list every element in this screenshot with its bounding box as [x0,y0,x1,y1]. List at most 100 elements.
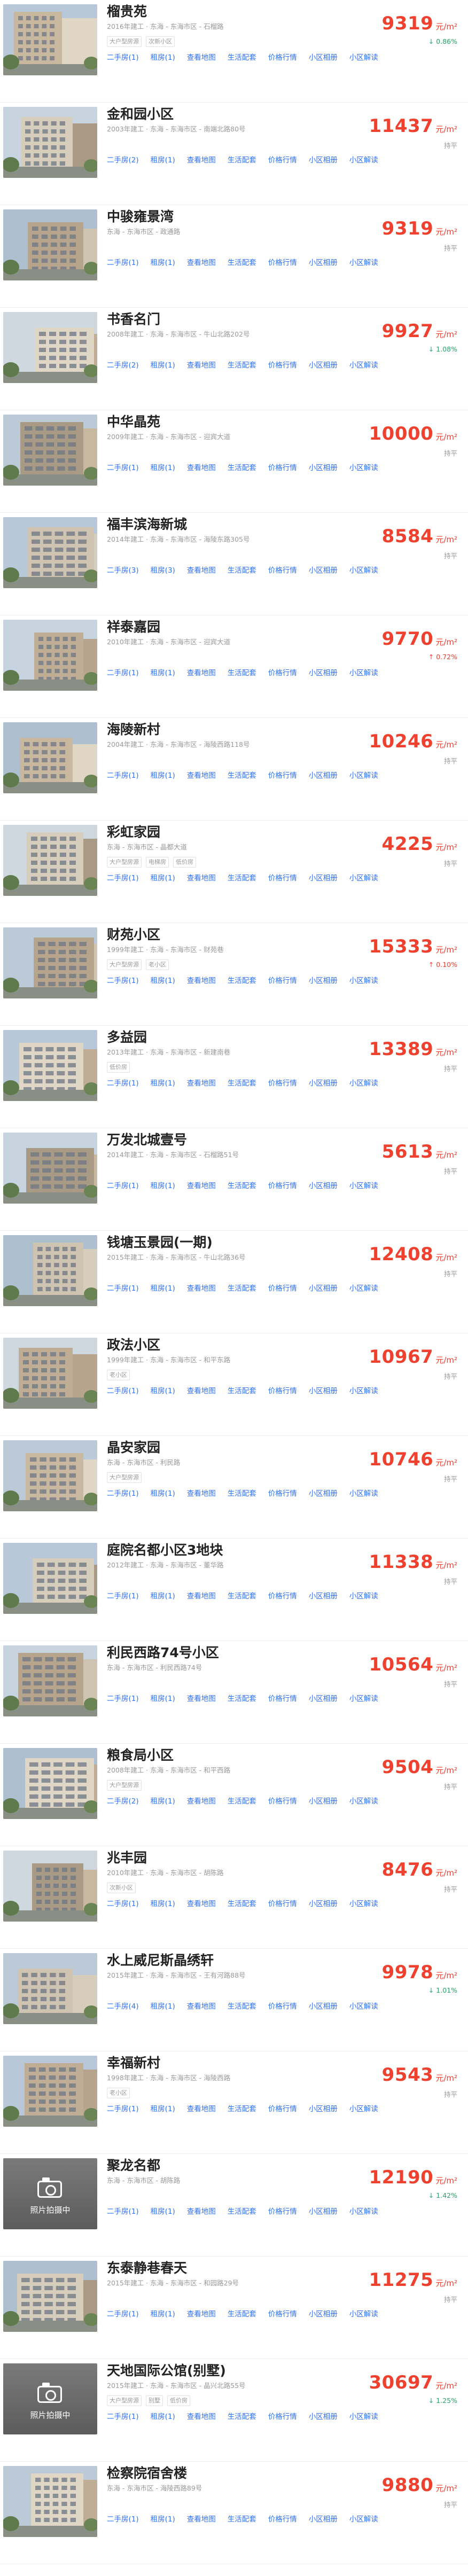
link-ershoufang[interactable]: 二手房(1) [107,1284,139,1293]
community-item[interactable]: 中华晶苑 2009年建工 · 东海 - 东海市区 - 迎宾大道 二手房(1) 租房… [0,410,468,513]
community-photo[interactable] [3,1338,97,1409]
link-amenities[interactable]: 生活配套 [228,1387,256,1395]
link-amenities[interactable]: 生活配套 [228,977,256,985]
community-name[interactable]: 晶安家园 [107,1439,363,1456]
link-price-trend[interactable]: 价格行情 [268,2207,297,2216]
link-price-trend[interactable]: 价格行情 [268,53,297,62]
community-item[interactable]: 海陵新村 2004年建工 · 东海 - 东海市区 - 海陵西路118号 二手房(… [0,718,468,821]
link-analysis[interactable]: 小区解读 [349,2413,378,2421]
link-amenities[interactable]: 生活配套 [228,874,256,883]
link-amenities[interactable]: 生活配套 [228,1695,256,1703]
link-analysis[interactable]: 小区解读 [349,1900,378,1908]
link-zufang[interactable]: 租房(1) [151,1284,175,1293]
community-name[interactable]: 财苑小区 [107,926,363,943]
community-item[interactable]: 检察院宿舍楼 东海 - 东海市区 - 海陵西路89号 二手房(1) 租房(1) 查看… [0,2462,468,2564]
link-album[interactable]: 小区相册 [309,874,338,883]
link-album[interactable]: 小区相册 [309,1489,338,1498]
link-price-trend[interactable]: 价格行情 [268,2002,297,2011]
link-map[interactable]: 查看地图 [187,2002,216,2011]
community-photo[interactable] [3,1748,97,1819]
link-album[interactable]: 小区相册 [309,1182,338,1190]
community-photo[interactable] [3,2261,97,2332]
community-name[interactable]: 万发北城壹号 [107,1131,363,1149]
link-amenities[interactable]: 生活配套 [228,1489,256,1498]
link-zufang[interactable]: 租房(1) [151,1900,175,1908]
link-analysis[interactable]: 小区解读 [349,2515,378,2524]
community-photo[interactable] [3,415,97,486]
link-map[interactable]: 查看地图 [187,1592,216,1601]
link-analysis[interactable]: 小区解读 [349,1079,378,1088]
community-photo[interactable] [3,1030,97,1101]
link-analysis[interactable]: 小区解读 [349,464,378,472]
community-item[interactable]: 政法小区 1999年建工 · 东海 - 东海市区 - 和平东路 老小区 二手房(… [0,1333,468,1436]
link-amenities[interactable]: 生活配套 [228,464,256,472]
community-name[interactable]: 粮食局小区 [107,1747,363,1764]
link-ershoufang[interactable]: 二手房(1) [107,1079,139,1088]
link-price-trend[interactable]: 价格行情 [268,2105,297,2113]
community-item[interactable]: 利民西路74号小区 东海 - 东海市区 - 利民西路74号 二手房(1) 租房(1… [0,1641,468,1744]
link-price-trend[interactable]: 价格行情 [268,2310,297,2319]
community-item[interactable]: 祥泰嘉园 2010年建工 · 东海 - 东海市区 - 迎宾大道 二手房(1) 租房… [0,615,468,718]
community-photo[interactable] [3,2056,97,2127]
community-name[interactable]: 幸福新村 [107,2055,363,2072]
community-name[interactable]: 彩虹家园 [107,824,363,841]
link-price-trend[interactable]: 价格行情 [268,1284,297,1293]
link-zufang[interactable]: 租房(1) [151,669,175,677]
link-album[interactable]: 小区相册 [309,53,338,62]
link-zufang[interactable]: 租房(1) [151,156,175,165]
link-price-trend[interactable]: 价格行情 [268,156,297,165]
link-amenities[interactable]: 生活配套 [228,566,256,575]
link-analysis[interactable]: 小区解读 [349,2207,378,2216]
link-ershoufang[interactable]: 二手房(2) [107,361,139,370]
community-name[interactable]: 检察院宿舍楼 [107,2465,363,2482]
link-map[interactable]: 查看地图 [187,1797,216,1806]
community-item[interactable]: 中骏雍景湾 东海 - 东海市区 - 政通路 二手房(1) 租房(1) 查看地图 生活配… [0,205,468,308]
link-price-trend[interactable]: 价格行情 [268,1592,297,1601]
community-item[interactable]: 幸福新村 1998年建工 · 东海 - 东海市区 - 海陵西路 老小区 二手房(… [0,2051,468,2154]
link-map[interactable]: 查看地图 [187,977,216,985]
link-zufang[interactable]: 租房(1) [151,464,175,472]
link-map[interactable]: 查看地图 [187,566,216,575]
link-price-trend[interactable]: 价格行情 [268,259,297,267]
community-name[interactable]: 书香名门 [107,311,363,328]
community-item[interactable]: 财苑小区 1999年建工 · 东海 - 东海市区 - 财苑巷 大户型房源 老小区 … [0,923,468,1026]
link-map[interactable]: 查看地图 [187,2207,216,2216]
link-zufang[interactable]: 租房(1) [151,1489,175,1498]
link-ershoufang[interactable]: 二手房(1) [107,2310,139,2319]
link-album[interactable]: 小区相册 [309,259,338,267]
link-price-trend[interactable]: 价格行情 [268,464,297,472]
community-photo[interactable] [3,1645,97,1716]
link-ershoufang[interactable]: 二手房(2) [107,156,139,165]
link-amenities[interactable]: 生活配套 [228,771,256,780]
link-map[interactable]: 查看地图 [187,1900,216,1908]
link-album[interactable]: 小区相册 [309,2207,338,2216]
link-album[interactable]: 小区相册 [309,1592,338,1601]
link-ershoufang[interactable]: 二手房(1) [107,2515,139,2524]
link-map[interactable]: 查看地图 [187,1695,216,1703]
community-name[interactable]: 榴贵苑 [107,3,363,20]
link-ershoufang[interactable]: 二手房(1) [107,1592,139,1601]
link-amenities[interactable]: 生活配套 [228,2515,256,2524]
link-amenities[interactable]: 生活配套 [228,259,256,267]
link-album[interactable]: 小区相册 [309,1900,338,1908]
community-item[interactable]: 晶安家园 东海 - 东海市区 - 利民路 大户型房源 二手房(1) 租房(1) 查看… [0,1436,468,1539]
link-map[interactable]: 查看地图 [187,361,216,370]
link-map[interactable]: 查看地图 [187,1489,216,1498]
community-name[interactable]: 福丰滨海新城 [107,516,363,533]
link-zufang[interactable]: 租房(1) [151,2002,175,2011]
link-analysis[interactable]: 小区解读 [349,874,378,883]
link-analysis[interactable]: 小区解读 [349,1592,378,1601]
link-zufang[interactable]: 租房(1) [151,2105,175,2113]
link-map[interactable]: 查看地图 [187,2413,216,2421]
link-zufang[interactable]: 租房(1) [151,977,175,985]
community-name[interactable]: 东泰静巷春天 [107,2260,363,2277]
community-name[interactable]: 中骏雍景湾 [107,208,363,225]
link-ershoufang[interactable]: 二手房(1) [107,1489,139,1498]
link-price-trend[interactable]: 价格行情 [268,2413,297,2421]
community-photo[interactable]: 照片拍摄中 [3,2158,97,2229]
link-ershoufang[interactable]: 二手房(1) [107,1182,139,1190]
link-zufang[interactable]: 租房(1) [151,1079,175,1088]
community-item[interactable]: 书香名门 2008年建工 · 东海 - 东海市区 - 牛山北路202号 二手房(… [0,308,468,410]
link-ershoufang[interactable]: 二手房(1) [107,771,139,780]
link-analysis[interactable]: 小区解读 [349,2105,378,2113]
